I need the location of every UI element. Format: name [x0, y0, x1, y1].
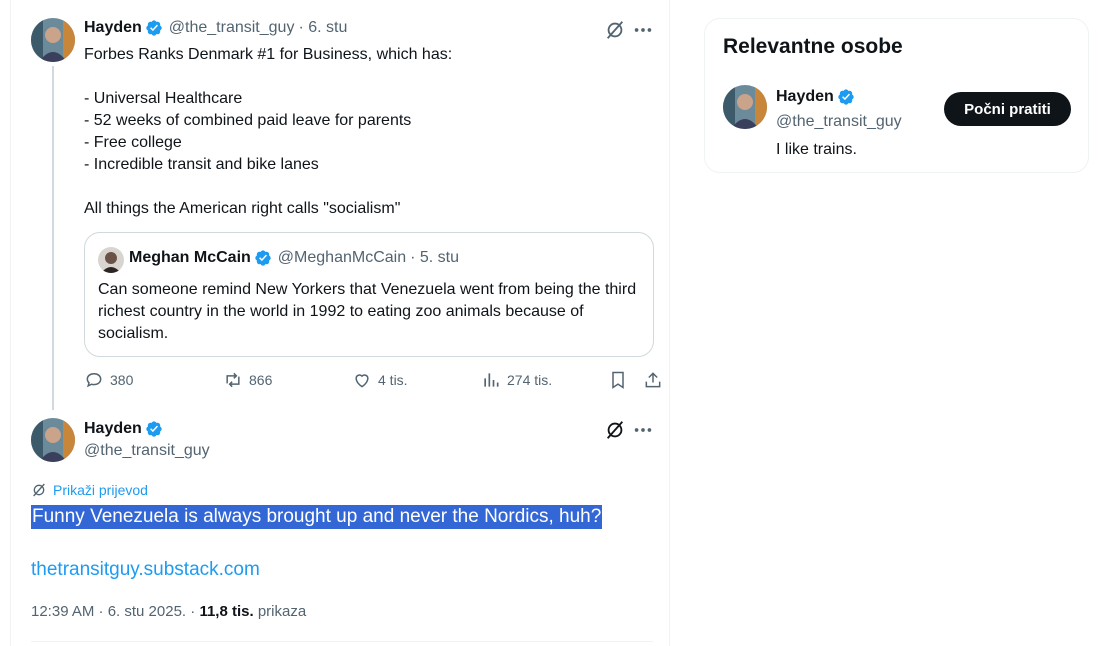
grok-icon[interactable] — [604, 419, 626, 441]
author-name[interactable]: Hayden — [84, 420, 142, 438]
person-handle[interactable]: @the_transit_guy — [776, 113, 902, 131]
translate-label: Prikaži prijevod — [53, 482, 148, 498]
tweet-header: Hayden @the_transit_guy · 6. stu — [84, 19, 347, 37]
main-tweet-header: Hayden — [84, 420, 163, 438]
person-name-row: Hayden — [776, 88, 855, 106]
author-name[interactable]: Hayden — [84, 19, 142, 37]
share-icon — [645, 372, 661, 388]
views-count: 274 tis. — [507, 372, 553, 388]
person-name[interactable]: Hayden — [776, 88, 834, 106]
bookmark-icon — [612, 371, 624, 389]
verified-badge-icon — [255, 250, 271, 266]
avatar[interactable] — [31, 418, 75, 462]
quote-date: · 5. stu — [410, 249, 459, 266]
share-button[interactable] — [643, 370, 669, 390]
main-tweet-text: Funny Venezuela is always brought up and… — [31, 505, 603, 529]
show-translation-button[interactable]: Prikaži prijevod — [31, 482, 148, 498]
quote-author-handle: @MeghanMcCain — [277, 249, 407, 266]
quote-header: Meghan McCain @MeghanMcCain · 5. stu — [129, 249, 459, 267]
relevant-people-card: Relevantne osobe Hayden @the_transit_guy… — [704, 18, 1089, 173]
repost-icon — [226, 372, 240, 388]
like-button[interactable]: 4 tis. — [352, 370, 408, 390]
tweet-text: Forbes Ranks Denmark #1 for Business, wh… — [84, 46, 453, 217]
avatar[interactable] — [31, 18, 75, 62]
author-handle[interactable]: @the_transit_guy — [84, 442, 210, 460]
verified-badge-icon — [838, 89, 854, 105]
more-options-icon[interactable] — [632, 19, 654, 41]
action-bar: 380 866 4 tis. 274 tis. — [84, 370, 664, 394]
reply-count: 380 — [110, 372, 134, 388]
author-handle[interactable]: @the_transit_guy — [169, 19, 295, 37]
person-bio: I like trains. — [776, 141, 857, 158]
grok-icon[interactable] — [604, 19, 626, 41]
follow-button[interactable]: Počni pratiti — [944, 92, 1071, 126]
tweet-date[interactable]: · 6. stu — [298, 19, 347, 37]
quote-avatar[interactable] — [98, 247, 124, 273]
view-count: 11,8 tis. — [199, 603, 254, 620]
main-column: Hayden @the_transit_guy · 6. stu Forbes … — [10, 0, 670, 646]
verified-badge-icon — [146, 20, 162, 36]
repost-count: 866 — [249, 372, 273, 388]
thread-line — [52, 66, 54, 410]
person-avatar[interactable] — [723, 85, 767, 129]
repost-button[interactable]: 866 — [223, 370, 272, 390]
divider — [31, 641, 653, 642]
bookmark-button[interactable] — [608, 370, 634, 390]
quote-text: Can someone remind New Yorkers that Vene… — [98, 281, 637, 342]
quote-tweet[interactable]: Meghan McCain @MeghanMcCain · 5. stu Can… — [84, 232, 654, 357]
tweet-timestamp[interactable]: 12:39 AM · 6. stu 2025. · — [31, 603, 195, 620]
reply-button[interactable]: 380 — [84, 370, 133, 390]
card-title: Relevantne osobe — [723, 35, 903, 58]
heart-icon — [355, 374, 369, 388]
like-count: 4 tis. — [378, 372, 408, 388]
substack-link[interactable]: thetransitguy.substack.com — [31, 559, 260, 581]
views-button[interactable]: 274 tis. — [481, 370, 552, 390]
tweet-meta: 12:39 AM · 6. stu 2025. · 11,8 tis. prik… — [31, 603, 306, 620]
more-options-icon[interactable] — [632, 419, 654, 441]
analytics-icon — [484, 373, 499, 387]
quote-author-name[interactable]: Meghan McCain — [129, 249, 251, 267]
reply-icon — [86, 372, 102, 388]
footer-links — [718, 636, 998, 646]
translate-icon — [33, 483, 45, 497]
view-label: prikaza — [257, 603, 307, 620]
verified-badge-icon — [146, 421, 162, 437]
